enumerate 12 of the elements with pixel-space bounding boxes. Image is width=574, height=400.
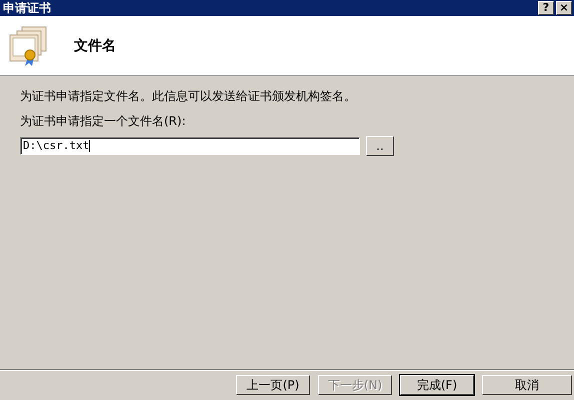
filename-field[interactable]: D:\csr.txt bbox=[20, 137, 360, 155]
wizard-button[interactable]: 上一页(P) bbox=[236, 375, 310, 395]
help-button[interactable]: ? bbox=[538, 1, 554, 15]
close-button[interactable]: × bbox=[556, 1, 572, 15]
page-title: 文件名 bbox=[74, 36, 116, 54]
browse-button[interactable]: .. bbox=[366, 136, 394, 156]
wizard-button[interactable]: 取消 bbox=[482, 375, 572, 395]
description-text: 为证书申请指定文件名。此信息可以发送给证书颁发机构签名。 bbox=[20, 88, 357, 105]
field-label: 为证书申请指定一个文件名(R): bbox=[20, 113, 187, 130]
wizard-button[interactable]: 完成(F) bbox=[400, 375, 474, 395]
window-title: 申请证书 bbox=[3, 0, 51, 16]
certificate-icon bbox=[8, 24, 48, 66]
